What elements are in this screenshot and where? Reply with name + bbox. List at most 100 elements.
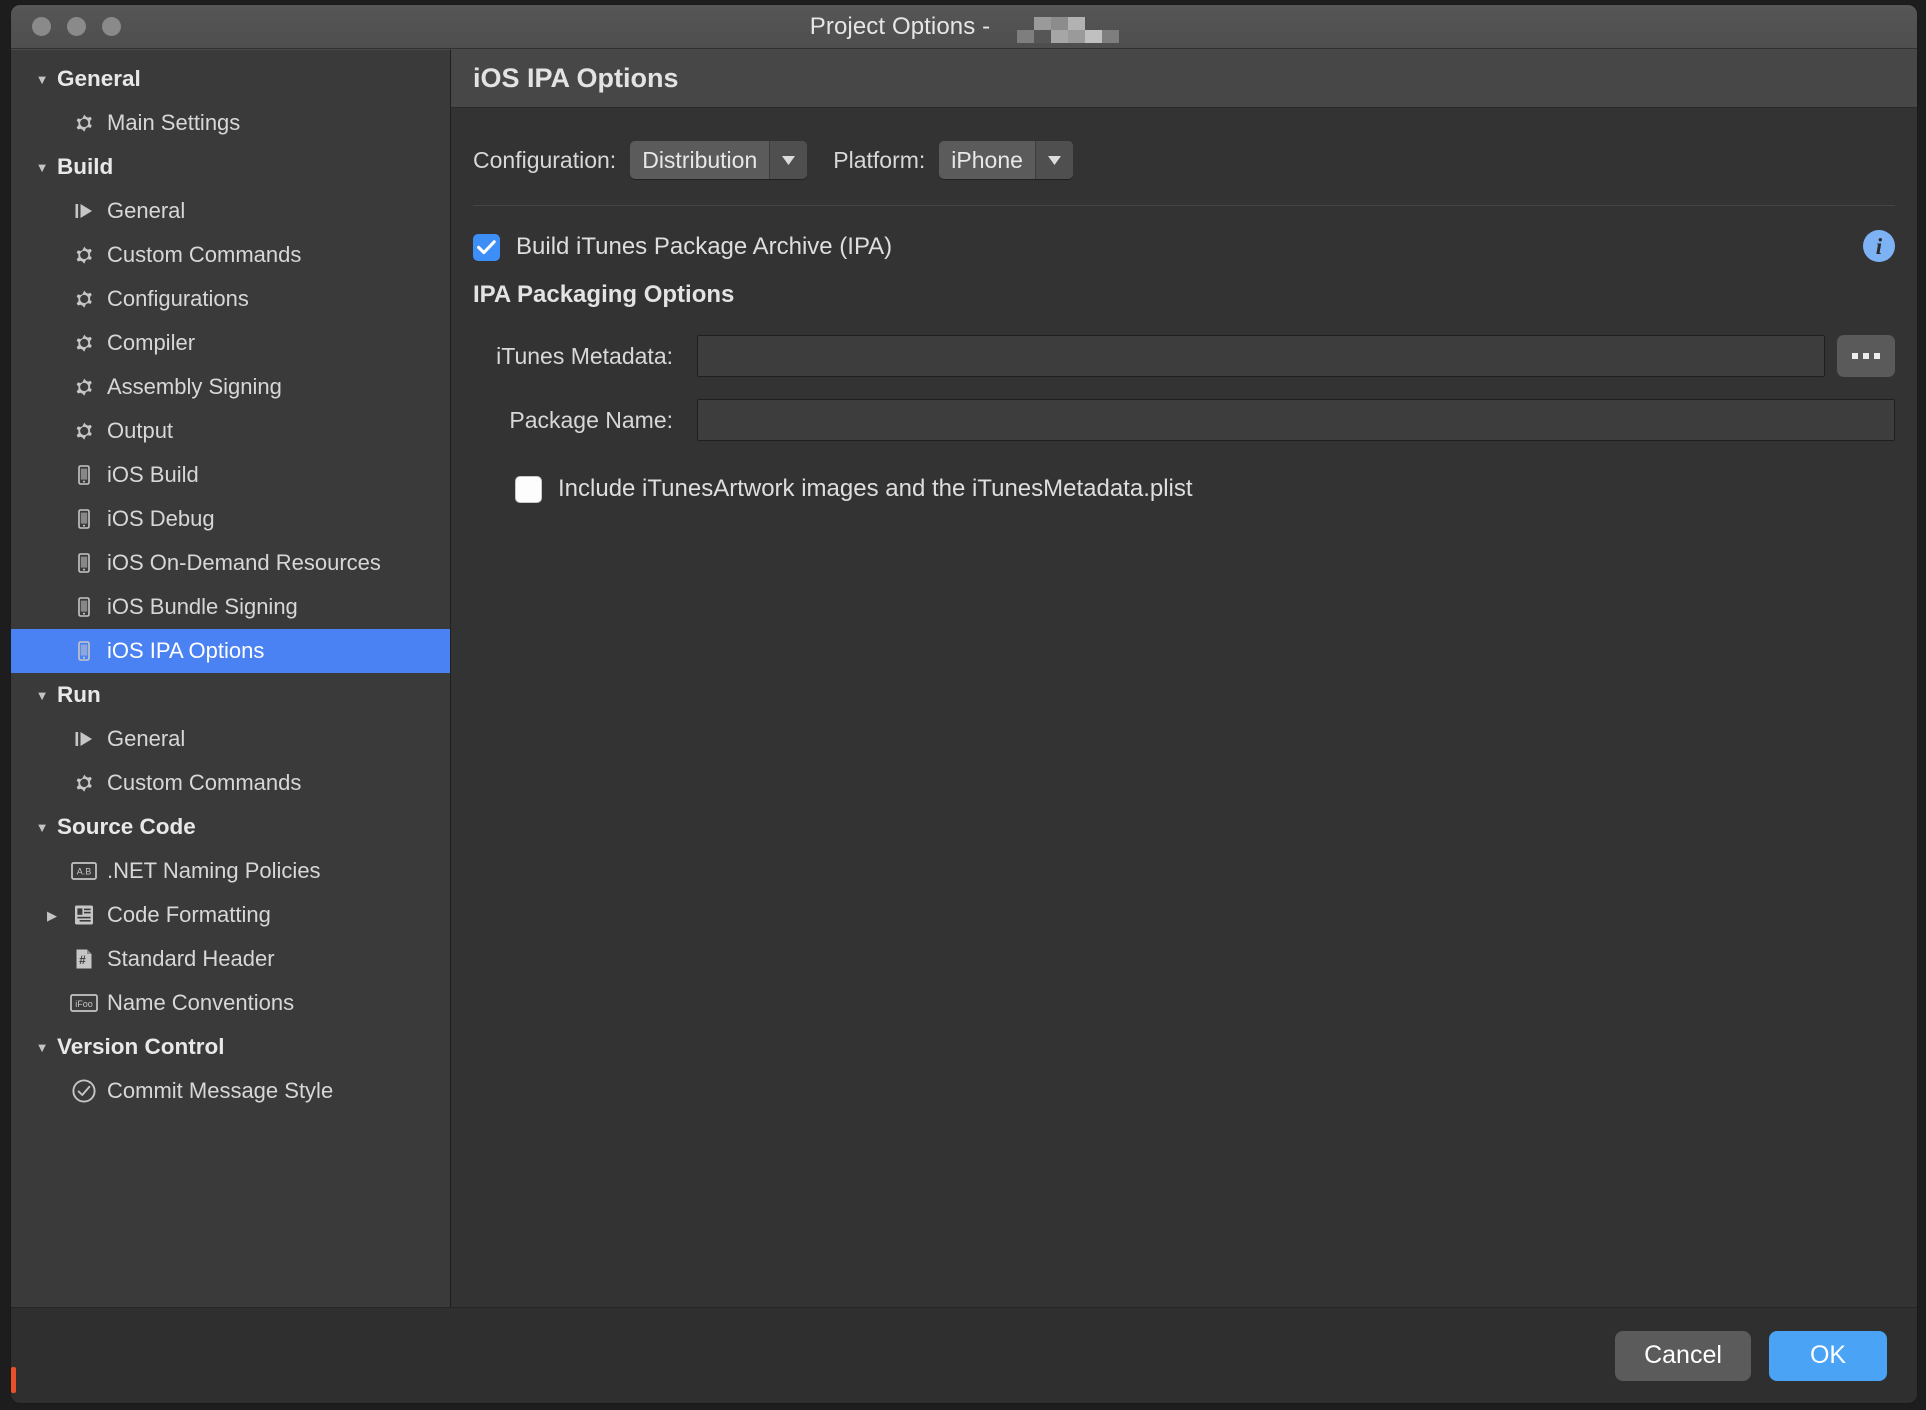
minimize-button-icon[interactable] bbox=[67, 17, 86, 36]
build-ipa-row: Build iTunes Package Archive (IPA) i bbox=[473, 206, 1895, 262]
close-button-icon[interactable] bbox=[32, 17, 51, 36]
check-circle-icon bbox=[67, 1078, 101, 1104]
sidebar-item-assembly-signing[interactable]: Assembly Signing bbox=[11, 365, 450, 409]
package-name-row: Package Name: bbox=[473, 399, 1895, 441]
include-artwork-row: Include iTunesArtwork images and the iTu… bbox=[515, 475, 1895, 503]
sidebar-item-build[interactable]: ▼ Build bbox=[11, 145, 450, 189]
build-ipa-checkbox[interactable] bbox=[473, 233, 500, 261]
sidebar-item-label: General bbox=[107, 726, 186, 751]
ifoo-box-icon: iFoo bbox=[67, 992, 101, 1014]
build-ipa-label: Build iTunes Package Archive (IPA) bbox=[516, 233, 893, 260]
sidebar-item-label: Build bbox=[57, 154, 114, 179]
sidebar-item-label: Compiler bbox=[107, 330, 196, 355]
gear-icon bbox=[67, 771, 101, 795]
play-icon bbox=[67, 727, 101, 751]
panel-header: iOS IPA Options bbox=[451, 50, 1917, 108]
cancel-button[interactable]: Cancel bbox=[1615, 1330, 1751, 1381]
sidebar-item-ios-on-demand-resources[interactable]: iOS On-Demand Resources bbox=[11, 541, 450, 585]
itunes-metadata-input[interactable] bbox=[697, 335, 1825, 377]
chevron-down-icon bbox=[769, 141, 808, 179]
chevron-down-icon bbox=[1034, 141, 1073, 179]
packaging-section-title: IPA Packaging Options bbox=[473, 281, 735, 308]
packaging-fields: iTunes Metadata: Package Name: Include i… bbox=[473, 335, 1895, 503]
package-name-input[interactable] bbox=[697, 399, 1895, 441]
gear-icon bbox=[67, 419, 101, 443]
chevron-down-icon[interactable]: ▼ bbox=[27, 73, 57, 86]
svg-text:iFoo: iFoo bbox=[75, 999, 93, 1009]
ok-button[interactable]: OK bbox=[1769, 1330, 1887, 1381]
chevron-down-icon[interactable]: ▼ bbox=[27, 821, 57, 834]
sidebar-item-label: Run bbox=[57, 682, 101, 707]
sidebar-item-net-naming-policies[interactable]: A.B .NET Naming Policies bbox=[11, 849, 450, 893]
sidebar-item-label: Main Settings bbox=[107, 110, 241, 135]
sidebar-item-ios-build[interactable]: iOS Build bbox=[11, 453, 450, 497]
gear-icon bbox=[67, 111, 101, 135]
sidebar-item-label: iOS IPA Options bbox=[107, 638, 265, 663]
chevron-down-icon[interactable]: ▼ bbox=[27, 689, 57, 702]
sidebar-item-standard-header[interactable]: # Standard Header bbox=[11, 937, 450, 981]
sidebar-item-general[interactable]: ▼ General bbox=[11, 57, 450, 101]
include-artwork-label: Include iTunesArtwork images and the iTu… bbox=[558, 475, 1193, 502]
sidebar-item-compiler[interactable]: Compiler bbox=[11, 321, 450, 365]
sidebar-item-run[interactable]: ▼ Run bbox=[11, 673, 450, 717]
svg-text:A.B: A.B bbox=[77, 867, 92, 877]
sidebar-item-label: Source Code bbox=[57, 814, 196, 839]
sidebar-item-source-code[interactable]: ▼ Source Code bbox=[11, 805, 450, 849]
sidebar-item-label: .NET Naming Policies bbox=[107, 858, 321, 883]
sidebar-item-ios-ipa-options[interactable]: iOS IPA Options bbox=[11, 629, 450, 673]
include-artwork-checkbox[interactable] bbox=[515, 475, 542, 503]
sidebar-item-code-formatting[interactable]: ▶ Code Formatting bbox=[11, 893, 450, 937]
sidebar-item-general[interactable]: General bbox=[11, 189, 450, 233]
platform-value: iPhone bbox=[951, 146, 1023, 173]
sidebar-item-custom-commands[interactable]: Custom Commands bbox=[11, 233, 450, 277]
configuration-dropdown[interactable]: Distribution bbox=[630, 141, 808, 179]
window-body: ▼ General Main Settings ▼ Build General Cus… bbox=[11, 49, 1917, 1307]
options-sidebar-tree[interactable]: ▼ General Main Settings ▼ Build General Cus… bbox=[11, 49, 451, 1307]
device-icon bbox=[67, 507, 101, 531]
device-icon bbox=[67, 595, 101, 619]
sidebar-item-output[interactable]: Output bbox=[11, 409, 450, 453]
svg-text:#: # bbox=[79, 953, 86, 967]
sidebar-item-general[interactable]: General bbox=[11, 717, 450, 761]
platform-label: Platform: bbox=[833, 146, 926, 173]
chevron-down-icon[interactable]: ▼ bbox=[27, 1041, 57, 1054]
title-bar: Project Options - bbox=[11, 5, 1917, 49]
zoom-button-icon[interactable] bbox=[102, 17, 121, 36]
sidebar-item-label: iOS Bundle Signing bbox=[107, 594, 298, 619]
sidebar-item-ios-debug[interactable]: iOS Debug bbox=[11, 497, 450, 541]
device-icon bbox=[67, 639, 101, 663]
configuration-row: Configuration: Distribution Platform: iP… bbox=[473, 108, 1895, 205]
sidebar-item-commit-message-style[interactable]: Commit Message Style bbox=[11, 1069, 450, 1113]
sidebar-item-version-control[interactable]: ▼ Version Control bbox=[11, 1025, 450, 1069]
chevron-down-icon[interactable]: ▼ bbox=[27, 161, 57, 174]
sidebar-item-label: Standard Header bbox=[107, 946, 275, 971]
sidebar-item-ios-bundle-signing[interactable]: iOS Bundle Signing bbox=[11, 585, 450, 629]
dialog-footer: Cancel OK bbox=[11, 1307, 1917, 1403]
itunes-metadata-browse-button[interactable] bbox=[1837, 335, 1895, 377]
sidebar-item-custom-commands[interactable]: Custom Commands bbox=[11, 761, 450, 805]
window-title-text: Project Options - bbox=[809, 12, 991, 40]
project-options-window: Project Options - ▼ General Main Settings… bbox=[10, 4, 1918, 1404]
gear-icon bbox=[67, 375, 101, 399]
gear-icon bbox=[67, 243, 101, 267]
platform-dropdown[interactable]: iPhone bbox=[939, 141, 1073, 179]
itunes-metadata-row: iTunes Metadata: bbox=[473, 335, 1895, 377]
package-name-label: Package Name: bbox=[509, 406, 673, 433]
sidebar-item-name-conventions[interactable]: iFoo Name Conventions bbox=[11, 981, 450, 1025]
chevron-right-icon[interactable]: ▶ bbox=[37, 909, 67, 922]
info-icon[interactable]: i bbox=[1863, 230, 1895, 262]
window-title: Project Options - bbox=[11, 12, 1917, 43]
sidebar-item-configurations[interactable]: Configurations bbox=[11, 277, 450, 321]
sidebar-item-main-settings[interactable]: Main Settings bbox=[11, 101, 450, 145]
